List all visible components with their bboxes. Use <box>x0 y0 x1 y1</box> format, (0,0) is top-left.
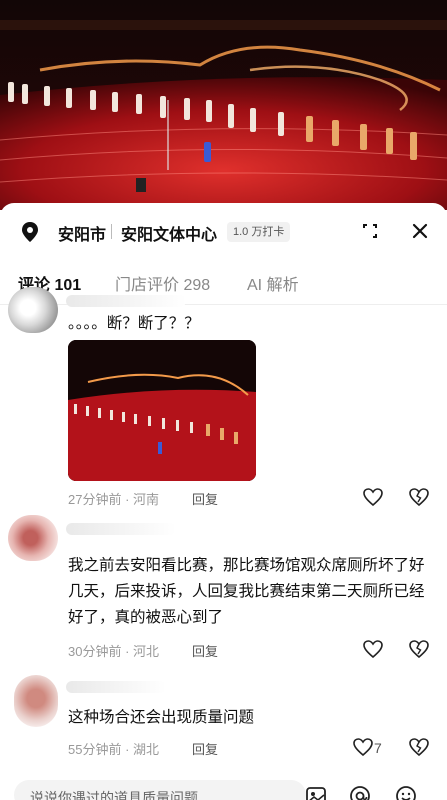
reply-button[interactable]: 回复 <box>192 489 218 508</box>
tab-ai-analysis[interactable]: AI 解析 <box>247 271 299 295</box>
heart-icon[interactable] <box>362 487 384 507</box>
comment-text: 。。。。断？断了？？ <box>68 315 200 332</box>
comment-meta: 27分钟前 · 河南 <box>68 492 160 507</box>
location-pin-icon <box>22 222 38 242</box>
comment-image[interactable] <box>68 340 256 481</box>
username[interactable] <box>66 523 176 535</box>
stadium-scene-image <box>0 0 447 210</box>
emoji-icon[interactable] <box>394 784 418 800</box>
at-icon[interactable] <box>348 784 372 800</box>
stadium-photo-image <box>68 340 256 481</box>
reply-button[interactable]: 回复 <box>192 739 218 758</box>
heart-icon[interactable] <box>362 639 384 659</box>
like-count: 7 <box>374 740 382 756</box>
divider <box>111 224 112 239</box>
city-name[interactable]: 安阳市 <box>58 221 106 245</box>
venue-name[interactable]: 安阳文体中心 <box>121 221 217 245</box>
comment-meta: 30分钟前 · 河北 <box>68 644 160 659</box>
avatar[interactable] <box>8 287 58 333</box>
tab-store-reviews[interactable]: 门店评价 298 <box>115 271 210 295</box>
username[interactable] <box>66 295 186 307</box>
avatar[interactable] <box>14 675 58 727</box>
reply-button[interactable]: 回复 <box>192 641 218 660</box>
close-icon[interactable] <box>406 217 434 245</box>
broken-heart-icon[interactable] <box>408 639 430 659</box>
checkin-badge: 1.0 万打卡 <box>227 222 291 242</box>
location-header: 安阳市 安阳文体中心 1.0 万打卡 <box>0 203 447 257</box>
comment-text: 这种场合还会出现质量问题 <box>68 709 255 726</box>
comment-input-placeholder[interactable]: 说说你遇过的道具质量问题 <box>30 788 198 800</box>
comment-text: 我之前去安阳看比赛，那比赛场馆观众席厕所坏了好几天，后来投诉，人回复我比赛结束第… <box>68 557 425 626</box>
comment-meta: 55分钟前 · 湖北 <box>68 742 160 757</box>
image-icon[interactable] <box>304 784 328 800</box>
video-player[interactable] <box>0 0 447 210</box>
heart-icon[interactable] <box>352 737 374 757</box>
broken-heart-icon[interactable] <box>408 737 430 757</box>
comments-sheet: 安阳市 安阳文体中心 1.0 万打卡 评论 101 门店评价 298 AI 解析… <box>0 203 447 800</box>
username[interactable] <box>66 681 166 693</box>
comment-input-bar: 说说你遇过的道具质量问题 <box>0 768 447 800</box>
expand-icon[interactable] <box>356 217 384 245</box>
avatar[interactable] <box>8 515 58 561</box>
broken-heart-icon[interactable] <box>408 487 430 507</box>
